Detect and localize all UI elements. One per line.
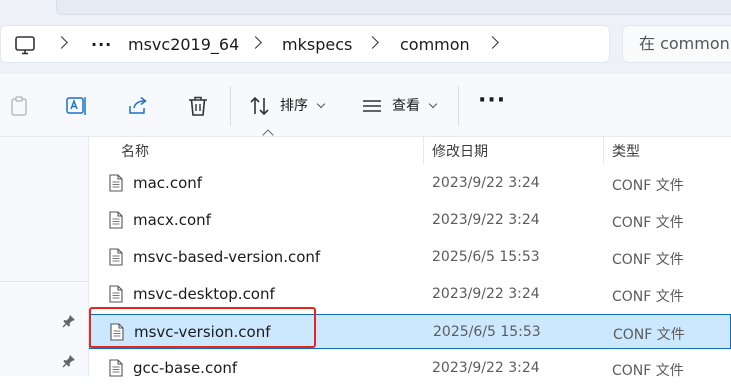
column-divider[interactable]: [423, 137, 424, 164]
toolbar-separator: [230, 86, 231, 126]
share-icon[interactable]: [126, 94, 150, 118]
navigation-pane: [0, 137, 89, 376]
search-input[interactable]: 在 common 中搜索: [622, 25, 731, 63]
column-header-name[interactable]: 名称: [121, 141, 149, 161]
view-icon[interactable]: [360, 94, 384, 118]
file-icon: [109, 285, 123, 303]
chevron-right-icon: [249, 36, 262, 49]
column-divider[interactable]: [603, 137, 604, 164]
chevron-right-icon: [366, 36, 379, 49]
nav-divider: [0, 281, 88, 282]
delete-icon[interactable]: [186, 94, 210, 118]
file-row[interactable]: msvc-based-version.conf 2025/6/5 15:53 CON…: [89, 240, 731, 275]
file-modified-date: 2023/9/22 3:24: [432, 360, 540, 376]
file-name: msvc-desktop.conf: [133, 285, 275, 303]
file-modified-date: 2023/9/22 3:24: [432, 286, 540, 302]
file-icon: [109, 248, 123, 266]
file-type: CONF 文件: [612, 252, 684, 268]
file-type: CONF 文件: [612, 363, 684, 379]
sort-icon[interactable]: [248, 94, 272, 118]
pin-icon[interactable]: [62, 313, 76, 328]
column-header-modified[interactable]: 修改日期: [432, 141, 488, 161]
file-icon: [109, 174, 123, 192]
file-modified-date: 2025/6/5 15:53: [432, 249, 540, 265]
column-header-type[interactable]: 类型: [612, 141, 640, 161]
file-row[interactable]: macx.conf 2023/9/22 3:24 CONF 文件: [89, 203, 731, 238]
file-icon: [109, 211, 123, 229]
breadcrumb-overflow[interactable]: ···: [91, 26, 112, 64]
paste-icon[interactable]: [7, 94, 31, 118]
breadcrumb-item-msvc2019-64[interactable]: msvc2019_64: [128, 26, 239, 64]
file-modified-date: 2023/9/22 3:24: [432, 175, 540, 191]
rename-icon[interactable]: [65, 94, 89, 118]
chevron-down-icon: [316, 99, 326, 109]
file-name: mac.conf: [133, 174, 203, 192]
sort-button[interactable]: 排序: [280, 95, 308, 115]
chevron-right-icon: [55, 36, 68, 49]
file-type: CONF 文件: [612, 178, 684, 194]
file-name: msvc-based-version.conf: [133, 248, 321, 266]
more-options-button[interactable]: ···: [478, 88, 506, 113]
file-icon: [109, 359, 123, 377]
file-modified-date: 2023/9/22 3:24: [432, 212, 540, 228]
address-bar[interactable]: ··· msvc2019_64 mkspecs common: [0, 25, 610, 63]
breadcrumb-item-mkspecs[interactable]: mkspecs: [282, 26, 352, 64]
file-type: CONF 文件: [612, 215, 684, 231]
file-row[interactable]: msvc-version.conf 2025/6/5 15:53 CONF 文件: [89, 314, 731, 349]
computer-icon[interactable]: [14, 34, 36, 56]
pin-icon[interactable]: [62, 353, 76, 368]
chevron-down-icon: [428, 99, 438, 109]
file-name: gcc-base.conf: [133, 359, 238, 377]
chevron-right-icon[interactable]: [486, 36, 499, 49]
file-name: macx.conf: [133, 211, 211, 229]
file-name: msvc-version.conf: [134, 323, 271, 341]
breadcrumb-item-common[interactable]: common: [400, 26, 470, 64]
view-button[interactable]: 查看: [392, 95, 420, 115]
file-type: CONF 文件: [612, 289, 684, 305]
command-bar: 排序 查看 ···: [0, 74, 731, 137]
file-modified-date: 2025/6/5 15:53: [433, 324, 541, 340]
toolbar-separator: [458, 86, 459, 126]
file-type: CONF 文件: [613, 327, 685, 343]
column-header-row: 名称 修改日期 类型: [89, 137, 731, 164]
file-row[interactable]: mac.conf 2023/9/22 3:24 CONF 文件: [89, 166, 731, 201]
file-icon: [110, 323, 124, 341]
file-row[interactable]: msvc-desktop.conf 2023/9/22 3:24 CONF 文件: [89, 277, 731, 312]
file-row[interactable]: gcc-base.conf 2023/9/22 3:24 CONF 文件: [89, 351, 731, 386]
tab-bar-edge: [56, 0, 731, 15]
